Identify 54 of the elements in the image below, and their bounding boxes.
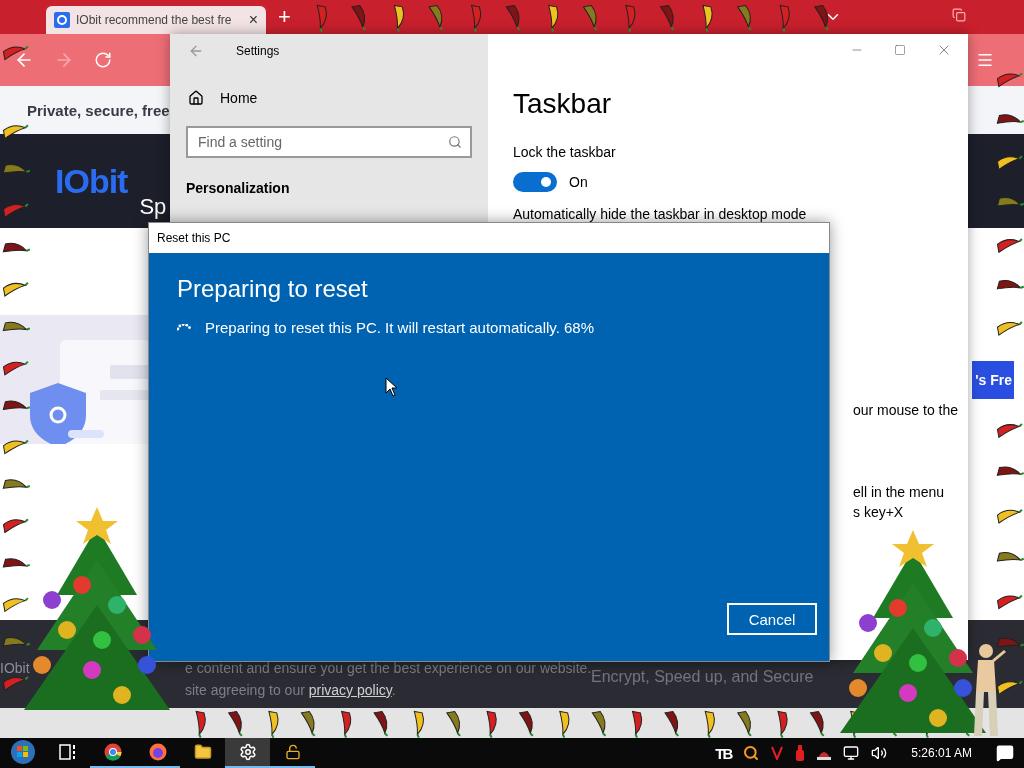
section-heading: Personalization	[186, 180, 291, 196]
maximize-icon[interactable]	[894, 44, 906, 56]
cookie-text: site agreeing to our privacy policy.	[185, 682, 397, 698]
dialog-title: Reset this PC	[157, 231, 231, 245]
toggle-switch[interactable]	[513, 172, 557, 192]
folder-icon[interactable]	[193, 743, 212, 761]
firefox-icon[interactable]	[148, 743, 167, 761]
settings-icon[interactable]	[238, 743, 257, 761]
home-icon	[188, 90, 204, 106]
toggle-state: On	[569, 174, 588, 190]
promo-text: Encrypt, Speed up, and Secure	[591, 668, 814, 686]
bottle-icon[interactable]	[795, 745, 806, 761]
cancel-button[interactable]: Cancel	[727, 603, 817, 635]
cookie-text: e content and ensure you get the best experience on our website.	[185, 660, 592, 676]
promo-button[interactable]: 's Fre	[972, 360, 1014, 399]
tagline: Private, secure, free	[27, 101, 170, 119]
cursor-icon	[385, 377, 398, 397]
hero-heading: Sp	[139, 194, 167, 220]
nav-item[interactable]: Home	[188, 90, 472, 106]
option-text: s key+X	[853, 504, 905, 520]
tray-app-label[interactable]: TB	[715, 744, 732, 762]
tab-close-button[interactable]: ×	[248, 11, 258, 29]
padlock-icon[interactable]	[284, 744, 301, 760]
spinner-icon	[177, 324, 191, 331]
notification-icon[interactable]	[996, 744, 1014, 762]
page-title: Taskbar	[513, 88, 613, 120]
search-field[interactable]: Find a setting	[186, 126, 472, 158]
clock[interactable]: 5:26:01 AM	[899, 746, 984, 760]
reload-icon[interactable]	[94, 51, 112, 69]
new-tab-button[interactable]: +	[278, 3, 291, 31]
windows-logo-icon[interactable]	[9, 739, 36, 765]
dialog-heading: Preparing to reset	[177, 275, 369, 303]
option-text: our mouse to the	[853, 402, 960, 418]
option-label: Lock the taskbar	[513, 144, 617, 160]
cookie-logo: IObit	[0, 660, 31, 676]
option-label: Automatically hide the taskbar in desktop mode	[513, 206, 808, 222]
network-icon[interactable]	[843, 745, 860, 761]
logo: IObit	[55, 161, 128, 201]
menu-icon[interactable]	[976, 51, 994, 69]
task-view-icon[interactable]	[58, 744, 77, 760]
privacy-policy-link[interactable]: privacy policy	[308, 682, 392, 698]
option-text: ell in the menu	[853, 484, 946, 500]
chrome-icon[interactable]	[103, 743, 122, 761]
progress-message: Preparing to reset this PC. It will restart automatically. 68%	[205, 319, 595, 336]
v-mark-icon[interactable]	[771, 746, 784, 760]
search-icon	[448, 135, 462, 149]
window-title: Settings	[236, 44, 280, 58]
nav-label: Home	[220, 90, 258, 106]
search-icon[interactable]	[743, 745, 760, 761]
volume-icon[interactable]	[871, 745, 888, 761]
favicon-icon	[54, 12, 70, 28]
browser-tab[interactable]: IObit recommend the best fre ×	[46, 6, 266, 34]
tab-title: IObit recommend the best fre	[76, 13, 233, 27]
restore-icon[interactable]	[952, 8, 966, 22]
